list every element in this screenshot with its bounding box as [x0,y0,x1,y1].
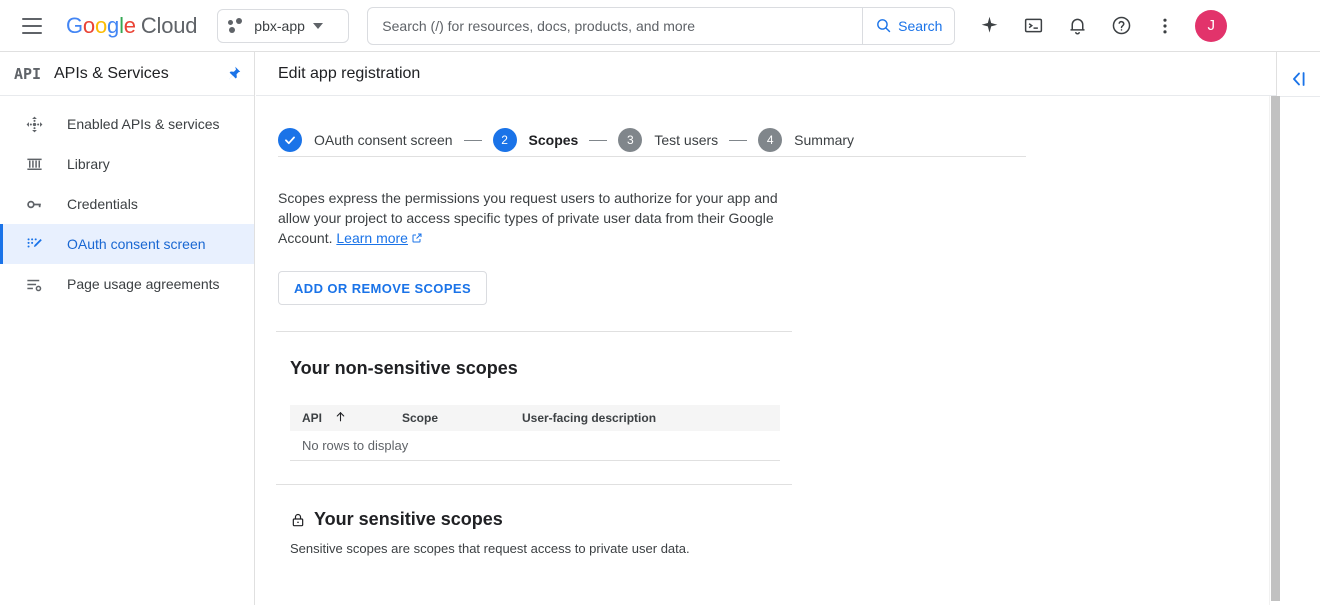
sidebar-item-oauth-consent-screen[interactable]: OAuth consent screen [0,224,254,264]
sidebar-header: API APIs & Services [0,52,254,96]
step-bubble-number: 2 [492,128,517,152]
sidebar-item-label: OAuth consent screen [67,236,206,252]
rail-divider [1277,96,1320,97]
add-or-remove-scopes-button[interactable]: ADD OR REMOVE SCOPES [278,271,488,305]
step-summary[interactable]: 4 Summary [758,128,854,152]
library-icon [22,152,46,176]
help-question-icon[interactable] [1101,6,1141,46]
dashboard-move-icon [22,112,46,136]
sidebar-item-label: Credentials [67,196,138,212]
logo-cloud-word: Cloud [140,12,198,38]
hamburger-menu-icon[interactable] [22,14,46,38]
search-input[interactable] [368,7,863,44]
step-oauth-consent-screen[interactable]: OAuth consent screen [278,128,453,152]
column-header-scope[interactable]: Scope [402,411,522,425]
step-label: Test users [654,132,719,148]
sensitive-scopes-subtitle: Sensitive scopes are scopes that request… [290,541,690,556]
step-label: OAuth consent screen [314,132,453,148]
sidebar-item-credentials[interactable]: Credentials [0,184,254,224]
content-area: OAuth consent screen 2 Scopes 3 Test use… [256,96,1276,558]
page-usage-icon [22,272,46,296]
step-label: Scopes [528,132,579,148]
learn-more-label: Learn more [336,230,408,246]
project-selector[interactable]: pbx-app [217,8,350,43]
sidebar-item-page-usage-agreements[interactable]: Page usage agreements [0,264,254,304]
main-header: Edit app registration [256,52,1276,96]
search-icon [877,19,891,33]
table-header-row: API Scope User-facing description [290,405,780,431]
search-button-label: Search [898,17,943,34]
sensitive-scopes-title: Your sensitive scopes [290,509,1276,530]
step-test-users[interactable]: 3 Test users [618,128,718,152]
chevron-down-icon [312,22,323,29]
sidebar-item-label: Library [67,156,110,172]
scrollbar-thumb[interactable] [1271,96,1280,601]
top-app-bar: Google Cloud pbx-app Search (/) for reso… [0,0,1320,52]
page-title: Edit app registration [278,64,421,82]
right-side-panel-rail [1276,52,1320,605]
step-divider [589,139,608,141]
oauth-consent-icon [22,232,46,256]
step-scopes[interactable]: 2 Scopes [492,128,579,152]
stepper-bottom-rule [278,156,1026,157]
project-dots-icon [228,17,246,34]
step-bubble-check [278,128,302,152]
non-sensitive-scopes-table: API Scope User-facing description No row… [290,405,780,461]
gemini-spark-icon[interactable] [969,6,1009,46]
sidebar-title: APIs & Services [54,64,169,82]
column-header-api-label: API [302,411,323,425]
wizard-stepper: OAuth consent screen 2 Scopes 3 Test use… [256,96,1276,158]
sidebar-nav-list: Enabled APIs & services Library Credenti… [0,96,254,304]
sidebar: API APIs & Services Enabled APIs & servi… [0,52,255,605]
learn-more-link[interactable]: Learn more [336,230,408,246]
collapse-panel-icon[interactable] [1284,64,1314,94]
non-sensitive-scopes-title: Your non-sensitive scopes [290,358,518,378]
scopes-description: Scopes express the permissions you reque… [278,188,778,249]
sensitive-scopes-title-text: Your sensitive scopes [314,509,503,529]
vertical-scrollbar[interactable] [1269,96,1280,605]
sidebar-item-library[interactable]: Library [0,144,254,184]
sort-ascending-arrow-icon [334,410,347,426]
external-link-icon [411,229,423,249]
column-header-user-facing-description[interactable]: User-facing description [522,411,780,425]
key-icon [22,192,46,216]
sidebar-item-label: Page usage agreements [67,276,220,292]
step-divider [463,139,482,141]
lock-icon [290,512,306,528]
table-empty-row: No rows to display [290,431,780,461]
step-bubble-number: 3 [618,128,643,152]
sidebar-item-enabled-apis[interactable]: Enabled APIs & services [0,104,254,144]
more-vert-icon[interactable] [1145,6,1185,46]
top-bar-icon-group [969,6,1185,46]
cloud-shell-icon[interactable] [1013,6,1053,46]
column-header-api[interactable]: API [302,410,402,426]
sidebar-item-label: Enabled APIs & services [67,116,220,132]
search-bar[interactable]: Search [367,6,956,45]
google-cloud-logo[interactable]: Google Cloud [66,13,197,39]
project-name: pbx-app [254,17,305,34]
main-content: Edit app registration OAuth consent scre… [256,52,1276,605]
search-button[interactable]: Search [862,7,955,44]
section-divider-bottom [276,484,792,485]
avatar[interactable]: J [1195,9,1228,42]
notifications-bell-icon[interactable] [1057,6,1097,46]
api-logo: API [14,64,42,83]
check-icon [285,136,295,145]
section-divider-top [276,331,792,332]
pin-icon[interactable] [225,65,242,82]
step-divider [729,139,748,141]
step-label: Summary [794,132,855,148]
step-bubble-number: 4 [758,128,783,152]
